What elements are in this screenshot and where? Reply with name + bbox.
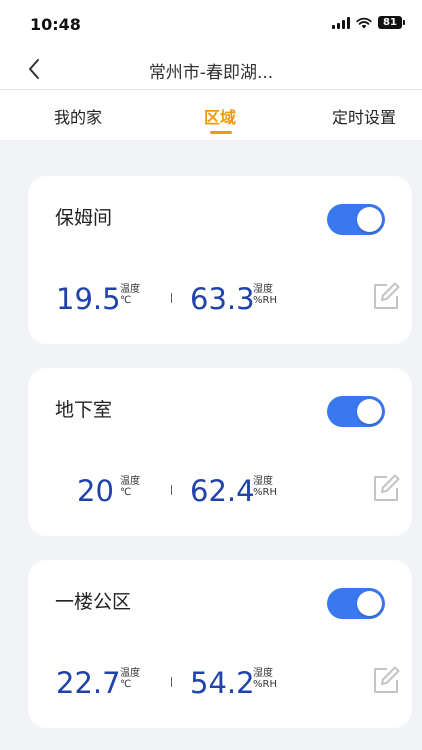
temperature-unit: 温度 ℃	[120, 668, 140, 690]
room-power-toggle[interactable]	[327, 204, 385, 235]
room-power-toggle[interactable]	[327, 588, 385, 619]
battery-icon: 81	[378, 16, 405, 29]
temperature-unit: 温度 ℃	[120, 284, 140, 306]
edit-icon[interactable]	[370, 280, 402, 312]
cellular-signal-icon	[332, 16, 350, 29]
temperature-value: 22.7	[56, 666, 121, 700]
humidity-unit: 湿度 %RH	[253, 284, 277, 306]
toggle-knob	[357, 399, 382, 424]
edit-icon[interactable]	[370, 664, 402, 696]
status-time: 10:48	[30, 15, 81, 34]
active-tab-indicator	[210, 131, 232, 134]
humidity-value: 62.4	[190, 474, 255, 508]
status-bar: 10:48 81	[0, 0, 422, 48]
humidity-unit: 湿度 %RH	[253, 476, 277, 498]
humidity-value: 54.2	[190, 666, 255, 700]
temperature-value: 20	[77, 474, 114, 508]
toggle-knob	[357, 591, 382, 616]
room-name: 一楼公区	[55, 591, 132, 613]
humidity-value: 63.3	[190, 282, 255, 316]
navigation-bar: 常州市-春即湖...	[0, 48, 422, 90]
divider	[171, 293, 172, 303]
room-card[interactable]: 地下室 20 温度 ℃ 62.4 湿度 %RH	[28, 368, 412, 536]
tab-bar: 我的家 区域 定时设置	[0, 90, 422, 140]
temperature-value: 19.5	[56, 282, 121, 316]
room-name: 保姆间	[55, 207, 113, 229]
room-card[interactable]: 保姆间 19.5 温度 ℃ 63.3 湿度 %RH	[28, 176, 412, 344]
tab-timer-settings[interactable]: 定时设置	[332, 104, 396, 128]
wifi-icon	[356, 17, 372, 28]
temperature-unit: 温度 ℃	[120, 476, 140, 498]
tab-zones[interactable]: 区域	[204, 104, 236, 128]
room-card[interactable]: 一楼公区 22.7 温度 ℃ 54.2 湿度 %RH	[28, 560, 412, 728]
system-icons: 81	[332, 16, 405, 29]
divider	[171, 677, 172, 687]
divider	[171, 485, 172, 495]
tab-my-home[interactable]: 我的家	[54, 104, 102, 128]
edit-icon[interactable]	[370, 472, 402, 504]
room-name: 地下室	[55, 399, 113, 421]
room-power-toggle[interactable]	[327, 396, 385, 427]
toggle-knob	[357, 207, 382, 232]
page-title: 常州市-春即湖...	[148, 63, 274, 83]
humidity-unit: 湿度 %RH	[253, 668, 277, 690]
